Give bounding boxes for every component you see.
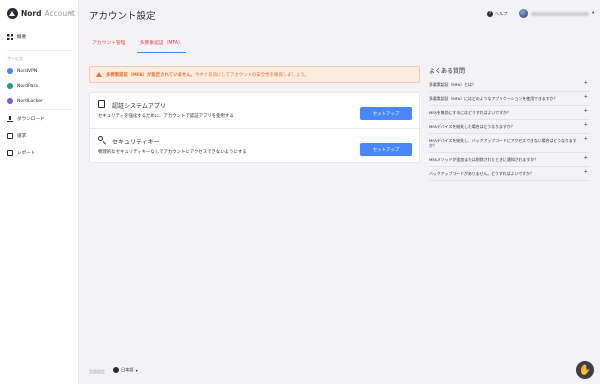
grid-icon xyxy=(7,34,13,40)
divider xyxy=(7,50,71,51)
chat-help-button[interactable]: ✋ xyxy=(576,361,594,379)
method-description: 物理的なセキュリティキーなしでアカウントにアクセスできないようにする xyxy=(98,150,247,155)
sidebar-item-label: レポート xyxy=(17,151,36,156)
plus-icon: + xyxy=(583,122,588,128)
sidebar-item-nordlocker[interactable]: NordLocker xyxy=(7,98,43,104)
method-title: 認証システムアプリ xyxy=(112,103,166,110)
collapse-icon[interactable]: « xyxy=(68,9,73,17)
sidebar-item-nordpass[interactable]: NordPass xyxy=(7,83,38,89)
nordvpn-icon xyxy=(7,68,13,74)
report-icon xyxy=(7,150,13,156)
language-selector[interactable]: 日本語 ▾ xyxy=(113,367,138,373)
download-icon xyxy=(7,116,13,122)
sidebar-item-nordvpn[interactable]: NordVPN xyxy=(7,68,37,74)
mfa-methods-card: 認証システムアプリ セキュリティを強化するために、アカウントで認証アプリを使用す… xyxy=(89,92,420,163)
faq-item[interactable]: MFAデバイスを紛失し、バックアップコードにアクセスできない場合はどうなりますか… xyxy=(429,134,590,153)
faq-item[interactable]: MFAメソッドが追加または削除されたときに通知されますか？ + xyxy=(429,153,590,167)
sidebar-item-billing[interactable]: 請求 xyxy=(7,133,26,139)
plus-icon: + xyxy=(583,80,588,86)
plus-icon: + xyxy=(583,136,588,142)
faq-item[interactable]: MFAデバイスを紛失した場合はどうなりますか？ + xyxy=(429,120,590,134)
sidebar: Nord Account « 概要 サービス NordVPN NordPass … xyxy=(0,0,79,384)
sidebar-item-report[interactable]: レポート xyxy=(7,150,35,156)
sidebar-item-label: NordVPN xyxy=(17,68,38,74)
avatar xyxy=(519,9,528,18)
setup-security-key-button[interactable]: セットアップ xyxy=(360,143,412,156)
faq-title: よくある質問 xyxy=(429,68,466,75)
account-menu[interactable]: ▾ xyxy=(519,9,594,18)
sidebar-item-download[interactable]: ダウンロード xyxy=(7,116,45,122)
chevron-down-icon: ▾ xyxy=(592,11,595,16)
plus-icon: + xyxy=(583,155,588,161)
method-authenticator-app: 認証システムアプリ セキュリティを強化するために、アカウントで認証アプリを使用す… xyxy=(90,93,419,128)
plus-icon: + xyxy=(583,108,588,114)
section-label: サービス xyxy=(7,56,23,61)
globe-icon xyxy=(113,367,119,373)
brand-name: Nord xyxy=(21,8,42,18)
faq-question: MFAデバイスを紛失し、バックアップコードにアクセスできない場合はどうなりますか… xyxy=(429,138,577,148)
chevron-down-icon: ▾ xyxy=(135,367,138,373)
faq-question: MFAを無効にするにはどうすればよいですか？ xyxy=(429,110,511,115)
warning-detail-text: 今すぐ有効にしてアカウントの安全性を確保しましょう。 xyxy=(195,72,309,78)
billing-icon xyxy=(7,133,13,139)
faq-question: 多要素認証（MFA）にはどのようなアプリケーションを使用できますか？ xyxy=(429,96,558,101)
plus-icon: + xyxy=(583,169,588,175)
language-value: 日本語 xyxy=(121,367,134,372)
faq-question: 多要素認証（MFA）とは？ xyxy=(429,82,476,87)
faq-question: バックアップコードがありません。どうすればよいですか？ xyxy=(429,171,534,176)
divider xyxy=(7,109,71,110)
faq-item[interactable]: MFAを無効にするにはどうすればよいですか？ + xyxy=(429,106,590,120)
help-label: ヘルプ xyxy=(495,11,508,16)
faq-item[interactable]: 多要素認証（MFA）とは？ + xyxy=(429,78,590,92)
waving-hand-icon: ✋ xyxy=(578,364,592,376)
warning-text: 多要素認証（MFA）が設定されていません。今すぐ有効にしてアカウントの安全性を確… xyxy=(106,72,309,78)
warning-bold-text: 多要素認証（MFA）が設定されていません。 xyxy=(106,72,196,78)
sidebar-item-label: 請求 xyxy=(17,134,27,139)
account-email-blurred xyxy=(531,11,589,16)
language-label: 言語設定 xyxy=(89,369,105,374)
faq-item[interactable]: 多要素認証（MFA）にはどのようなアプリケーションを使用できますか？ + xyxy=(429,92,590,106)
sidebar-item-label: NordLocker xyxy=(17,98,43,104)
brand-logo[interactable]: Nord Account xyxy=(7,6,75,20)
help-link[interactable]: ? ヘルプ xyxy=(487,11,508,17)
mfa-warning-banner: 多要素認証（MFA）が設定されていません。今すぐ有効にしてアカウントの安全性を確… xyxy=(89,66,420,83)
method-title: セキュリティキー xyxy=(112,139,160,146)
phone-icon xyxy=(98,100,105,108)
help-icon: ? xyxy=(487,11,493,17)
sidebar-item-overview[interactable]: 概要 xyxy=(7,34,26,40)
faq-question: MFAデバイスを紛失した場合はどうなりますか？ xyxy=(429,124,515,129)
nord-logo-icon xyxy=(7,7,18,19)
key-icon xyxy=(98,136,103,141)
plus-icon: + xyxy=(583,94,588,100)
page-title: アカウント設定 xyxy=(89,11,156,22)
method-description: セキュリティを強化するために、アカウントで認証アプリを使用する xyxy=(98,114,234,119)
faq-item[interactable]: バックアップコードがありません。どうすればよいですか？ + xyxy=(429,167,590,181)
nordpass-icon xyxy=(7,83,13,89)
method-security-key: セキュリティキー 物理的なセキュリティキーなしでアカウントにアクセスできないよう… xyxy=(90,128,419,163)
sidebar-item-label: 概要 xyxy=(17,35,27,40)
tab-bar: アカウント管理 多要素認証（MFA） xyxy=(89,35,186,53)
tab-mfa[interactable]: 多要素認証（MFA） xyxy=(136,35,186,53)
setup-authenticator-button[interactable]: セットアップ xyxy=(360,107,412,120)
nordlocker-icon xyxy=(7,98,13,104)
faq-list: 多要素認証（MFA）とは？ + 多要素認証（MFA）にはどのようなアプリケーション… xyxy=(429,78,590,181)
sidebar-item-label: ダウンロード xyxy=(17,117,45,122)
warning-icon xyxy=(96,72,102,77)
faq-question: MFAメソッドが追加または削除されたときに通知されますか？ xyxy=(429,157,539,162)
sidebar-item-label: NordPass xyxy=(17,83,39,89)
tab-account-management[interactable]: アカウント管理 xyxy=(89,35,129,53)
